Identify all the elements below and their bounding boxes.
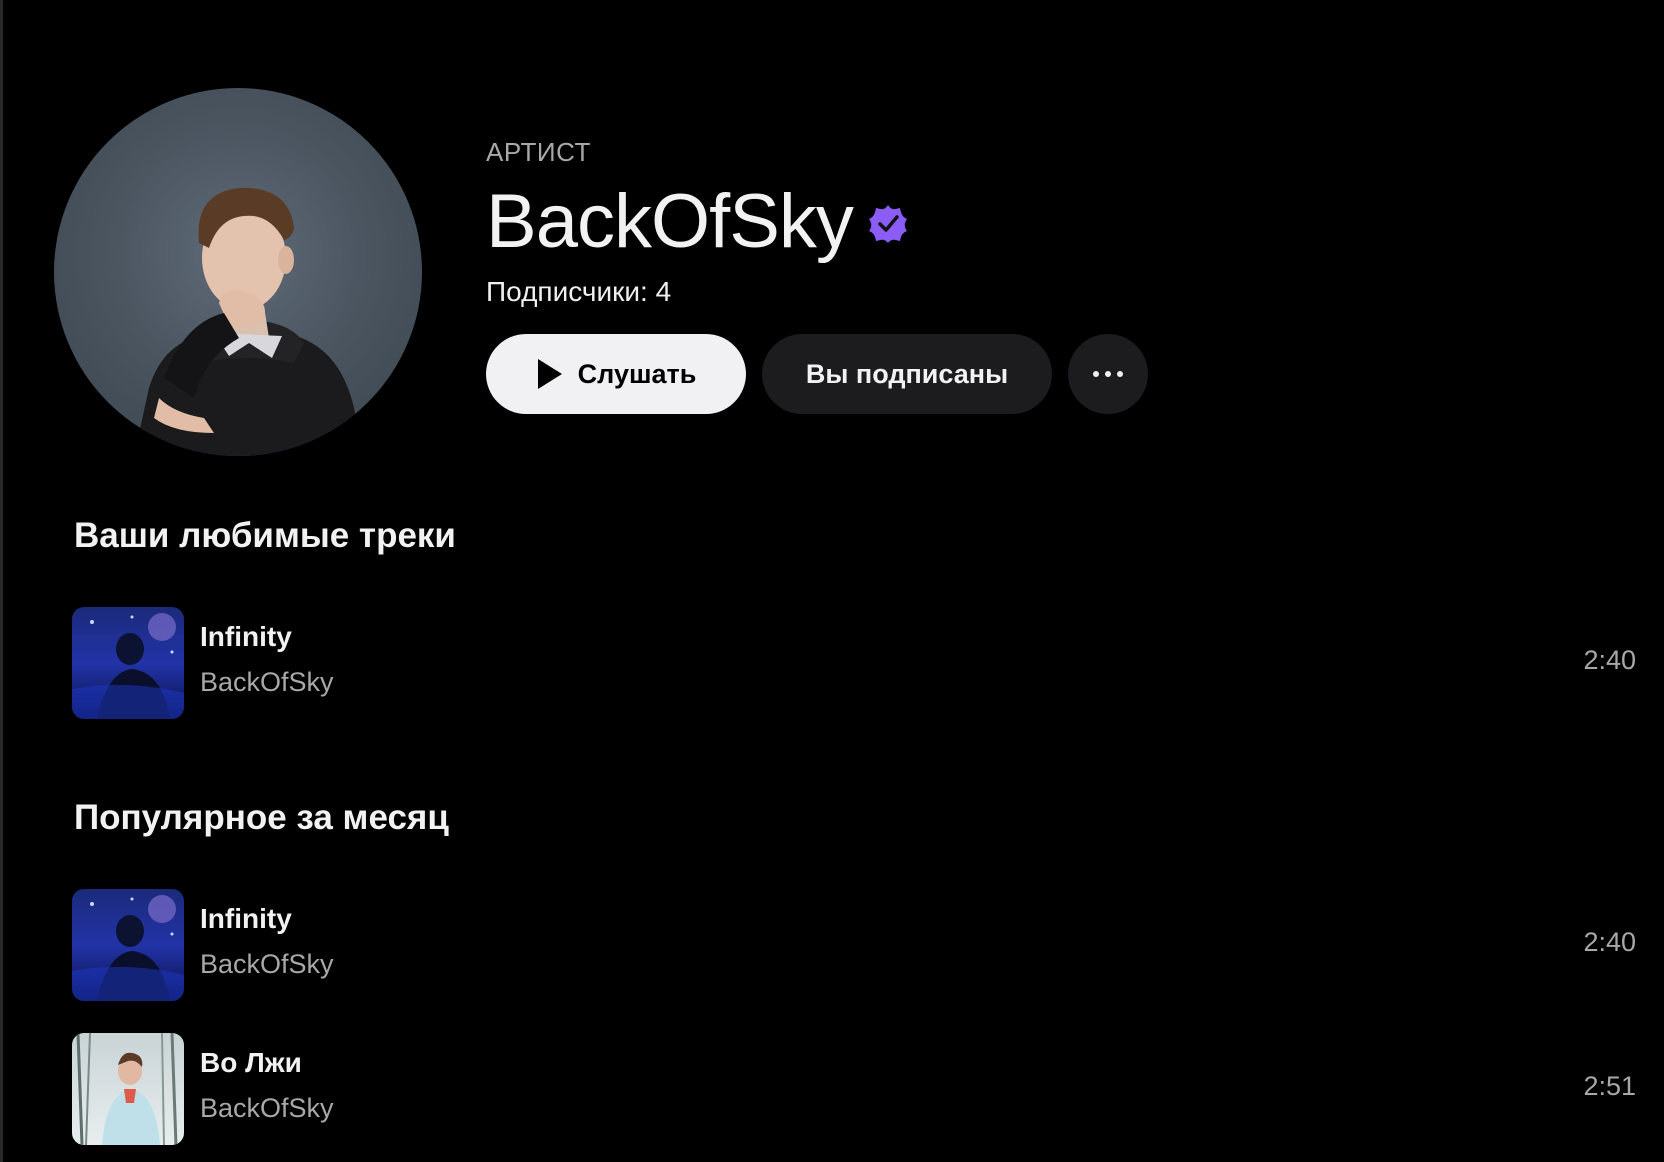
more-button[interactable] (1068, 334, 1148, 414)
track-cover (72, 889, 184, 1001)
artist-info: АРТИСТ BackOfSky Подписчики: 4 Слушать В… (486, 132, 1148, 414)
track-artist[interactable]: BackOfSky (200, 667, 334, 698)
verified-badge-icon (868, 205, 907, 243)
artist-actions: Слушать Вы подписаны (486, 334, 1148, 414)
track-row[interactable]: Во Лжи BackOfSky 2:51 (72, 1033, 1636, 1145)
artist-name-row: BackOfSky (486, 182, 1148, 262)
track-duration: 2:40 (1583, 927, 1636, 957)
track-row[interactable]: Infinity BackOfSky 2:40 (72, 607, 1636, 719)
listen-button[interactable]: Слушать (486, 334, 746, 414)
window-edge (0, 0, 3, 1162)
track-row[interactable]: Infinity BackOfSky 2:40 (72, 889, 1636, 1001)
artist-photo (134, 187, 364, 456)
artist-type-label: АРТИСТ (486, 137, 591, 167)
subscribed-button-label: Вы подписаны (805, 358, 1009, 389)
artist-name: BackOfSky (486, 179, 854, 264)
vo-lzhi-cover-art (72, 1033, 184, 1145)
listen-button-label: Слушать (577, 358, 697, 389)
more-horizontal-icon (1093, 371, 1123, 377)
infinity-cover-art (72, 889, 184, 1001)
favorites-section-title: Ваши любимые треки (74, 516, 456, 555)
play-icon (537, 359, 562, 389)
track-duration: 2:51 (1583, 1071, 1636, 1101)
artist-avatar (54, 88, 422, 456)
popular-section-title: Популярное за месяц (74, 798, 449, 837)
track-title: Во Лжи (200, 1047, 302, 1078)
followers-count: Подписчики: 4 (486, 276, 672, 307)
track-artist[interactable]: BackOfSky (200, 949, 334, 980)
subscribed-button[interactable]: Вы подписаны (762, 334, 1052, 414)
track-cover (72, 1033, 184, 1145)
track-cover (72, 607, 184, 719)
infinity-cover-art (72, 607, 184, 719)
track-title: Infinity (200, 621, 292, 652)
track-title: Infinity (200, 903, 292, 934)
track-artist[interactable]: BackOfSky (200, 1093, 334, 1124)
track-duration: 2:40 (1583, 645, 1636, 675)
